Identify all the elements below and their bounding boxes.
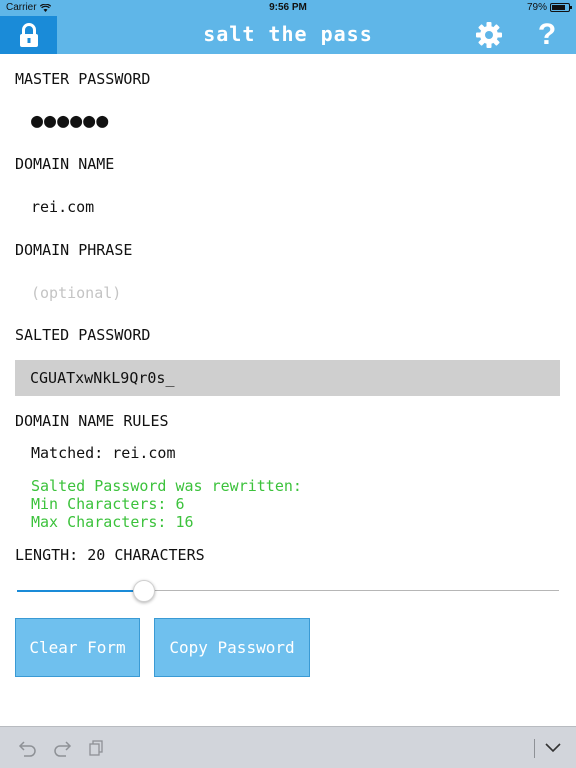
slider-thumb[interactable] [133, 580, 155, 602]
domain-name-label: DOMAIN NAME [15, 155, 115, 173]
keyboard-accessory-bar [0, 726, 576, 768]
battery-indicator: 79% [526, 2, 572, 13]
salted-password-value: CGUATxwNkL9Qr0s_ [30, 369, 175, 387]
domain-name-field[interactable]: rei.com [31, 198, 94, 216]
battery-icon [550, 3, 572, 12]
domain-phrase-label: DOMAIN PHRASE [15, 241, 133, 259]
slider-track-filled [17, 590, 144, 592]
master-password-field[interactable]: ●●●●●● [31, 108, 109, 132]
domain-rules-label: DOMAIN NAME RULES [15, 412, 169, 430]
salted-password-output[interactable]: CGUATxwNkL9Qr0s_ [15, 360, 560, 396]
accessory-divider [534, 739, 535, 758]
redo-button[interactable] [50, 736, 74, 760]
battery-percent: 79% [526, 2, 547, 13]
undo-icon [18, 741, 36, 757]
clear-form-button[interactable]: Clear Form [15, 618, 140, 677]
clock: 9:56 PM [269, 2, 307, 13]
slider-track [144, 590, 559, 591]
undo-button[interactable] [16, 736, 40, 760]
settings-button[interactable] [474, 21, 504, 49]
dismiss-keyboard-button[interactable] [541, 736, 565, 760]
copy-password-button[interactable]: Copy Password [154, 618, 310, 677]
domain-phrase-field[interactable]: (optional) [31, 284, 121, 302]
length-slider[interactable] [17, 578, 559, 604]
gear-icon [476, 22, 502, 48]
salted-password-label: SALTED PASSWORD [15, 326, 151, 344]
paste-button[interactable] [84, 736, 108, 760]
length-label: LENGTH: 20 CHARACTERS [15, 546, 205, 564]
master-password-label: MASTER PASSWORD [15, 70, 151, 88]
paste-icon [89, 740, 103, 756]
max-characters-text: Max Characters: 16 [31, 513, 194, 531]
nav-bar: salt the pass ? [0, 16, 576, 54]
redo-icon [54, 741, 72, 757]
battery-fill [552, 5, 565, 10]
rewritten-notice: Salted Password was rewritten: [31, 477, 302, 495]
min-characters-text: Min Characters: 6 [31, 495, 185, 513]
help-button[interactable]: ? [532, 18, 562, 52]
status-bar: Carrier 9:56 PM 79% [0, 0, 576, 16]
matched-rule-text: Matched: rei.com [31, 444, 176, 462]
chevron-down-icon [545, 743, 561, 753]
